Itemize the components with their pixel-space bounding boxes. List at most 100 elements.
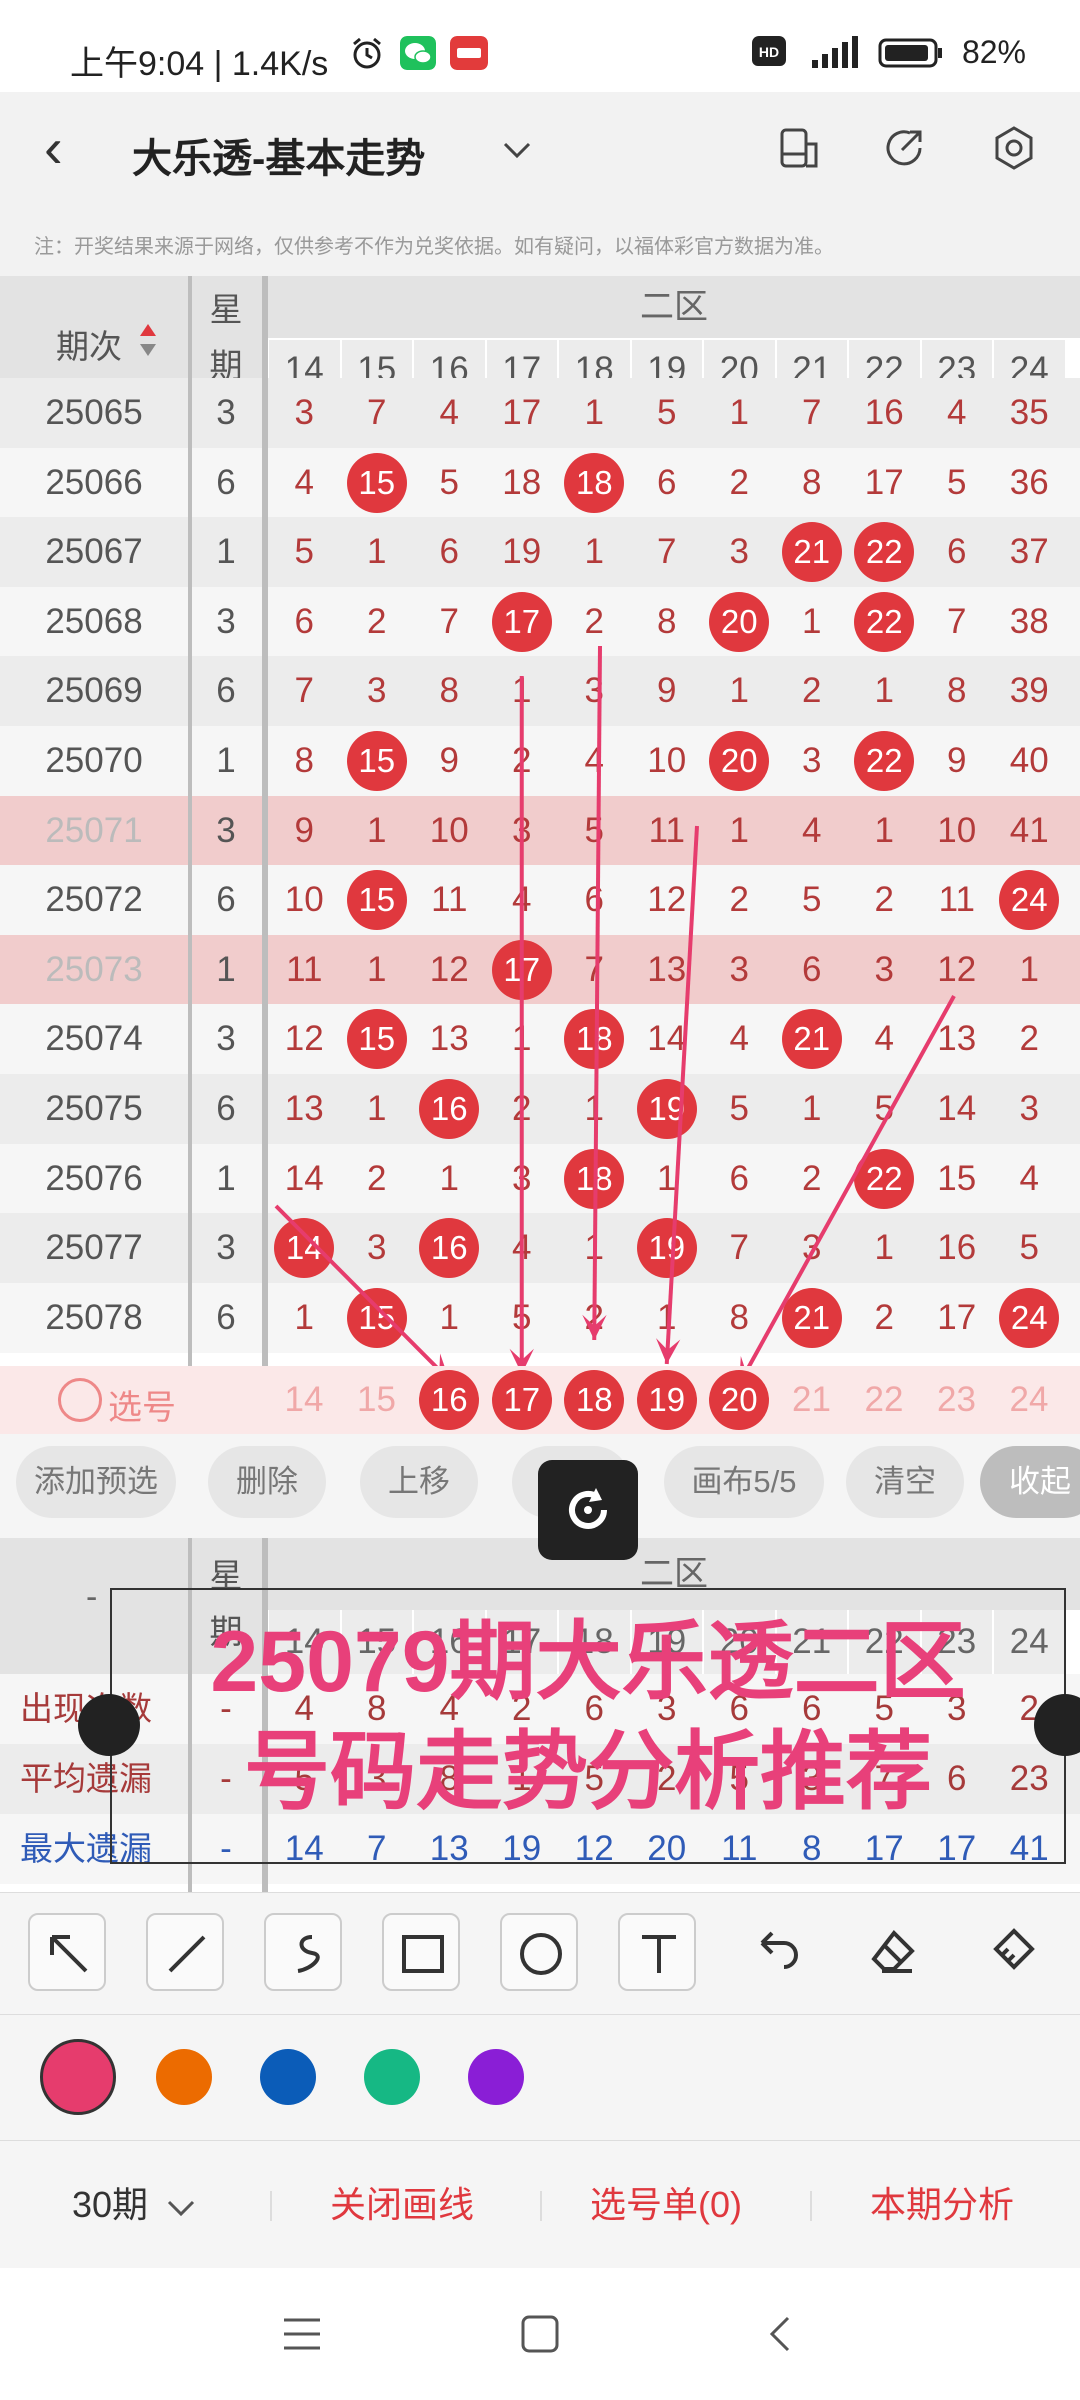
miss-count-cell[interactable]: 1 [558,1074,631,1144]
miss-count-cell[interactable]: 1 [703,378,776,448]
period-analysis-button[interactable]: 本期分析 [870,2141,1014,2269]
selected-number-ball[interactable]: 19 [636,1370,697,1430]
text-tool-button[interactable] [618,1913,696,1991]
refresh-button[interactable] [538,1460,638,1560]
miss-count-cell[interactable]: 35 [993,378,1066,448]
miss-count-cell[interactable]: 1 [848,1213,921,1283]
miss-count-cell[interactable]: 5 [776,865,849,935]
miss-count-cell[interactable]: 10 [631,726,704,796]
miss-count-cell[interactable]: 7 [413,587,486,657]
miss-count-cell[interactable]: 13 [268,1074,341,1144]
miss-count-cell[interactable]: 17 [921,1283,994,1353]
miss-count-cell[interactable]: 8 [631,587,704,657]
miss-count-cell[interactable]: 2 [703,448,776,518]
miss-count-cell[interactable]: 5 [413,448,486,518]
curve-tool-button[interactable] [264,1913,342,1991]
miss-count-cell[interactable]: 10 [921,796,994,866]
eraser-button[interactable] [854,1913,932,1991]
sort-icon[interactable] [138,320,158,360]
miss-count-cell[interactable]: 4 [558,726,631,796]
toolbar-button[interactable]: 删除 [208,1446,326,1518]
miss-count-cell[interactable]: 1 [486,1004,559,1074]
drawn-number-ball[interactable]: 21 [781,1009,842,1070]
drawn-number-ball[interactable]: 21 [781,522,842,583]
select-circle-icon[interactable] [58,1378,102,1422]
miss-count-cell[interactable]: 6 [558,865,631,935]
miss-count-cell[interactable]: 15 [921,1144,994,1214]
chevron-down-icon[interactable] [502,140,532,160]
drawn-number-ball[interactable]: 19 [636,1218,697,1279]
miss-count-cell[interactable]: 2 [993,1004,1066,1074]
miss-count-cell[interactable]: 36 [993,448,1066,518]
miss-count-cell[interactable]: 12 [413,935,486,1005]
back-icon[interactable]: ‹ [44,120,63,176]
miss-count-cell[interactable]: 6 [776,935,849,1005]
drawn-number-ball[interactable]: 18 [564,1009,625,1070]
miss-count-cell[interactable]: 4 [848,1004,921,1074]
selectable-number[interactable]: 22 [848,1366,920,1434]
drawn-number-ball[interactable]: 24 [999,1287,1060,1348]
selectable-number[interactable]: 14 [268,1366,340,1434]
drawn-number-ball[interactable]: 15 [346,452,407,513]
miss-count-cell[interactable]: 6 [268,587,341,657]
miss-count-cell[interactable]: 3 [486,1144,559,1214]
miss-count-cell[interactable]: 13 [921,1004,994,1074]
back-nav-icon[interactable] [760,2314,800,2354]
miss-count-cell[interactable]: 2 [486,1074,559,1144]
miss-count-cell[interactable]: 3 [848,935,921,1005]
drawn-number-ball[interactable]: 15 [346,1287,407,1348]
miss-count-cell[interactable]: 11 [921,865,994,935]
selected-number-ball[interactable]: 17 [491,1370,552,1430]
miss-count-cell[interactable]: 14 [268,1144,341,1214]
miss-count-cell[interactable]: 2 [341,587,414,657]
close-lines-button[interactable]: 关闭画线 [330,2141,474,2269]
miss-count-cell[interactable]: 3 [558,656,631,726]
miss-count-cell[interactable]: 4 [486,865,559,935]
miss-count-cell[interactable]: 39 [993,656,1066,726]
miss-count-cell[interactable]: 5 [993,1213,1066,1283]
drawn-number-ball[interactable]: 19 [636,1079,697,1139]
miss-count-cell[interactable]: 11 [268,935,341,1005]
table-row[interactable]: 25067 1 5 1 6 19 1 7 3 21 22 6 37 [0,517,1080,588]
miss-count-cell[interactable]: 8 [703,1283,776,1353]
miss-count-cell[interactable]: 2 [341,1144,414,1214]
table-row[interactable]: 25070 1 8 15 9 2 4 10 20 3 22 9 40 [0,726,1080,796]
selectable-number[interactable]: 15 [341,1366,413,1434]
miss-count-cell[interactable]: 1 [486,656,559,726]
miss-count-cell[interactable]: 3 [341,1213,414,1283]
miss-count-cell[interactable]: 1 [341,935,414,1005]
miss-count-cell[interactable]: 17 [486,378,559,448]
miss-count-cell[interactable]: 7 [268,656,341,726]
menu-icon[interactable] [282,2314,322,2354]
miss-count-cell[interactable]: 5 [921,448,994,518]
miss-count-cell[interactable]: 7 [341,378,414,448]
miss-count-cell[interactable]: 13 [631,935,704,1005]
rectangle-tool-button[interactable] [382,1913,460,1991]
pick-list-button[interactable]: 选号单(0) [590,2141,742,2269]
circle-tool-button[interactable] [500,1913,578,1991]
miss-count-cell[interactable]: 37 [993,517,1066,587]
miss-count-cell[interactable]: 1 [413,1144,486,1214]
miss-count-cell[interactable]: 2 [848,865,921,935]
miss-count-cell[interactable]: 14 [921,1074,994,1144]
miss-count-cell[interactable]: 1 [558,378,631,448]
drawn-number-ball[interactable]: 16 [419,1218,480,1279]
miss-count-cell[interactable]: 4 [993,1144,1066,1214]
drawn-number-ball[interactable]: 20 [709,591,770,652]
drawn-number-ball[interactable]: 18 [564,1148,625,1209]
page-title[interactable]: 大乐透-基本走势 [132,126,425,184]
color-swatch[interactable] [364,2049,420,2105]
miss-count-cell[interactable]: 7 [776,378,849,448]
miss-count-cell[interactable]: 17 [848,448,921,518]
drawn-number-ball[interactable]: 17 [491,939,552,1000]
selectable-number[interactable]: 21 [776,1366,848,1434]
miss-count-cell[interactable]: 1 [848,656,921,726]
layout-toggle-icon[interactable] [774,124,822,172]
miss-count-cell[interactable]: 7 [631,517,704,587]
selected-number-ball[interactable]: 18 [564,1370,625,1430]
miss-count-cell[interactable]: 4 [413,378,486,448]
miss-count-cell[interactable]: 19 [486,517,559,587]
drawn-number-ball[interactable]: 15 [346,1009,407,1070]
miss-count-cell[interactable]: 2 [776,1144,849,1214]
selected-number-ball[interactable]: 16 [419,1370,480,1430]
